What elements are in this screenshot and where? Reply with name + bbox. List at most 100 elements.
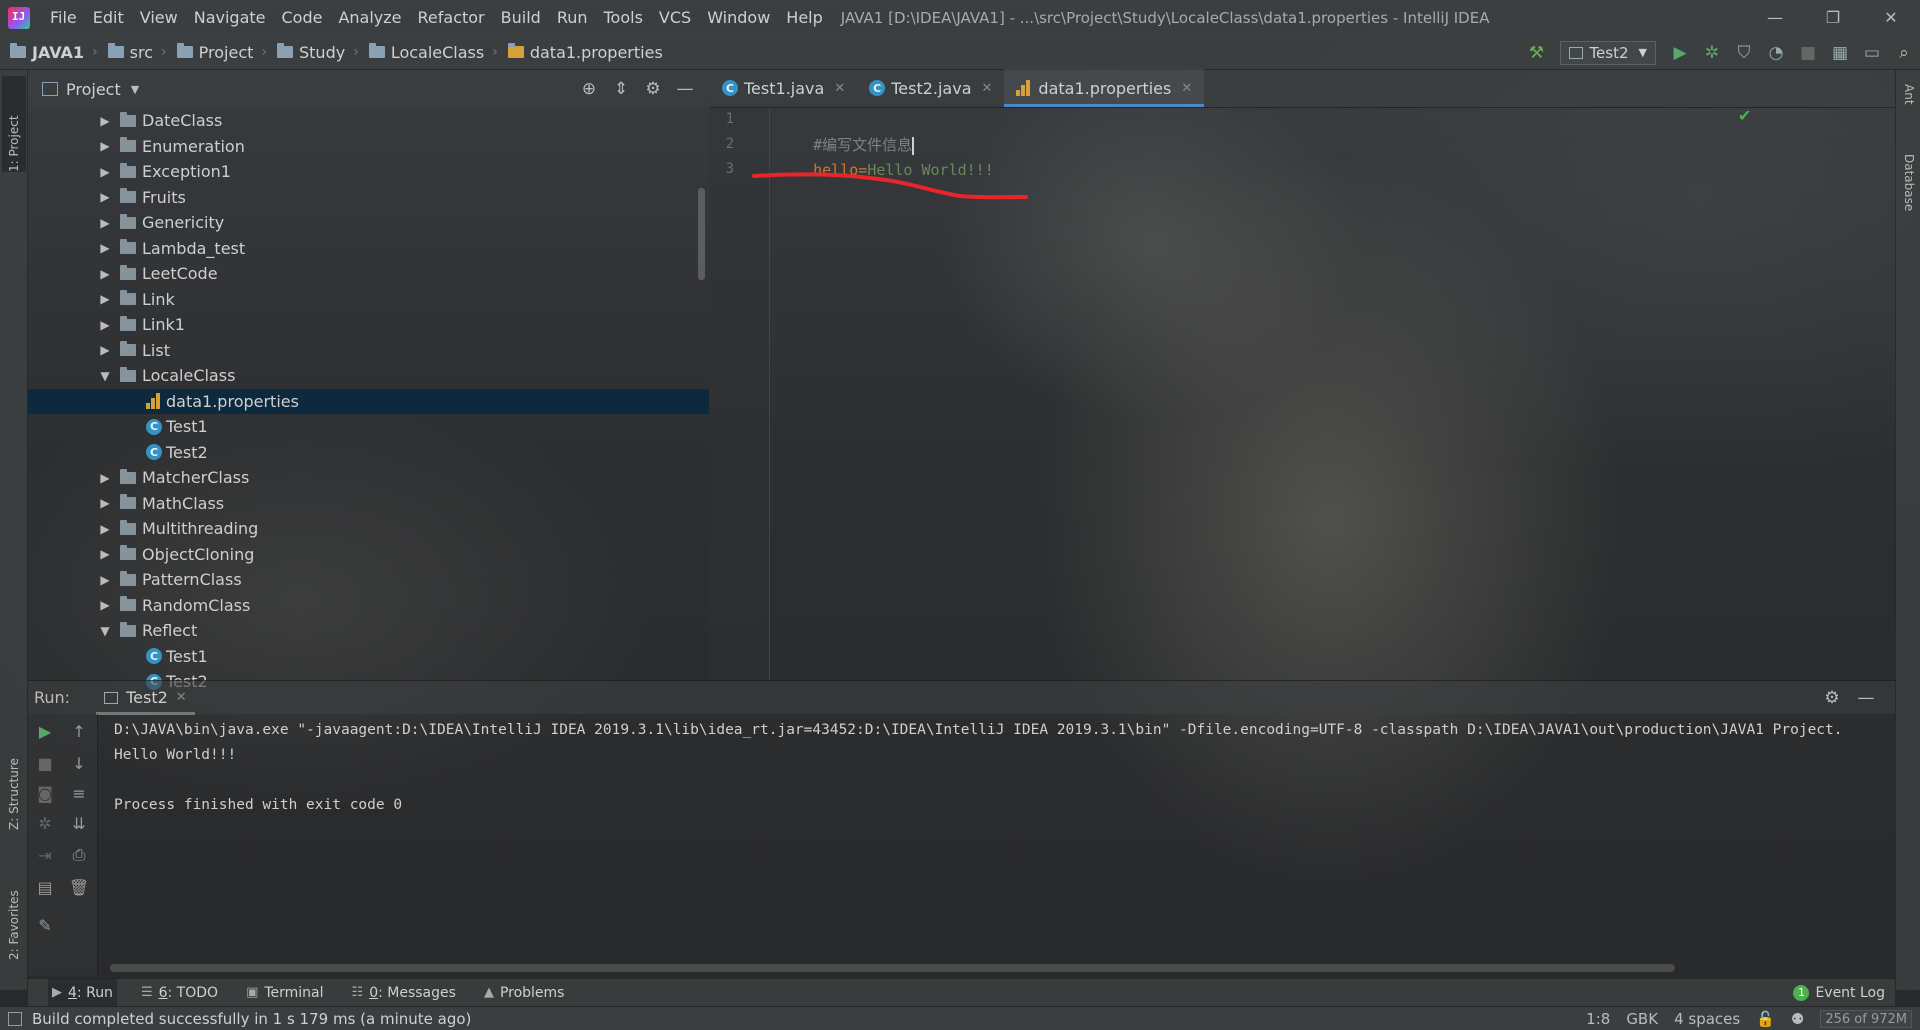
tree-item[interactable]: ▶ Multithreading (28, 516, 709, 541)
chevron-right-icon[interactable]: ▶ (98, 496, 112, 510)
editor-tab[interactable]: C Test2.java ✕ (857, 69, 1004, 107)
status-message[interactable]: Build completed successfully in 1 s 179 … (32, 1010, 471, 1028)
tree-item[interactable]: ▶ Link1 (28, 312, 709, 337)
stop-icon[interactable]: ■ (32, 750, 58, 776)
tab-favorites-tool[interactable]: 2: Favorites (2, 860, 26, 960)
menu-view[interactable]: View (132, 8, 186, 27)
tree-item[interactable]: ▶ PatternClass (28, 567, 709, 592)
tool-problems[interactable]: ▲ Problems (480, 979, 569, 1007)
tree-scrollbar[interactable] (698, 188, 705, 280)
tab-structure-tool[interactable]: Z: Structure (2, 730, 26, 830)
tab-project-tool[interactable]: 1: Project (2, 76, 26, 172)
tree-item[interactable]: ▼ LocaleClass (28, 363, 709, 388)
menu-help[interactable]: Help (778, 8, 830, 27)
build-hammer-icon[interactable]: ⚒ (1521, 38, 1551, 68)
file-encoding[interactable]: GBK (1626, 1010, 1658, 1028)
chevron-right-icon[interactable]: ▶ (98, 267, 112, 281)
memory-indicator[interactable]: 256 of 972M (1820, 1009, 1912, 1028)
hide-icon[interactable]: — (669, 79, 701, 99)
project-panel-title[interactable]: Project (66, 80, 121, 99)
menu-edit[interactable]: Edit (85, 8, 132, 27)
chevron-right-icon[interactable]: ▶ (98, 190, 112, 204)
project-structure-icon[interactable]: ▦ (1825, 38, 1855, 68)
menu-file[interactable]: File (42, 8, 85, 27)
tree-item[interactable]: ▶ Exception1 (28, 159, 709, 184)
minimize-icon[interactable]: — (1746, 0, 1804, 35)
run-icon[interactable]: ▶ (1665, 38, 1695, 68)
collapse-all-icon[interactable]: ⇕ (605, 79, 637, 99)
tree-item[interactable]: C Test1 (28, 644, 709, 669)
menu-run[interactable]: Run (549, 8, 596, 27)
close-icon[interactable]: ✕ (176, 690, 187, 705)
tree-item[interactable]: ▶ Link (28, 287, 709, 312)
breadcrumb-study[interactable]: Study › (267, 43, 359, 62)
toggle-tool-windows-icon[interactable] (8, 1011, 22, 1026)
chevron-right-icon[interactable]: ▶ (98, 292, 112, 306)
chevron-right-icon[interactable]: ▶ (98, 522, 112, 536)
menu-vcs[interactable]: VCS (651, 8, 699, 27)
menu-navigate[interactable]: Navigate (186, 8, 274, 27)
menu-tools[interactable]: Tools (596, 8, 651, 27)
camera-icon[interactable]: ◙ (32, 780, 58, 806)
tab-ant-tool[interactable]: Ant (1898, 84, 1920, 134)
tree-item[interactable]: ▶ RandomClass (28, 593, 709, 618)
tree-item[interactable]: C Test1 (28, 414, 709, 439)
soft-wrap-icon[interactable]: ≡ (66, 780, 92, 806)
inspector-icon[interactable]: ⚉ (1791, 1010, 1804, 1028)
breadcrumb-src[interactable]: src › (98, 43, 167, 62)
tree-item[interactable]: ▶ Fruits (28, 185, 709, 210)
chevron-down-icon[interactable]: ▼ (98, 624, 112, 638)
up-arrow-icon[interactable]: ↑ (66, 718, 92, 744)
chevron-right-icon[interactable]: ▶ (98, 165, 112, 179)
chevron-right-icon[interactable]: ▶ (98, 343, 112, 357)
close-icon[interactable]: ✕ (1862, 0, 1920, 35)
trash-icon[interactable]: 🗑 (66, 874, 92, 900)
chevron-right-icon[interactable]: ▶ (98, 216, 112, 230)
menu-window[interactable]: Window (699, 8, 778, 27)
chevron-right-icon[interactable]: ▶ (98, 241, 112, 255)
tree-item[interactable]: ▶ ObjectCloning (28, 542, 709, 567)
breadcrumb-file[interactable]: data1.properties (498, 43, 663, 62)
tool-todo[interactable]: ☰ 6: TODO (137, 979, 222, 1007)
inspection-ok-icon[interactable]: ✔ (1738, 106, 1751, 125)
gear-icon[interactable]: ⚙ (637, 79, 669, 99)
chevron-down-icon[interactable]: ▼ (98, 369, 112, 383)
pin-icon[interactable]: ✎ (32, 912, 58, 938)
close-icon[interactable]: ✕ (982, 81, 993, 96)
search-icon[interactable]: ⌕ (1889, 38, 1919, 68)
tree-item[interactable]: ▶ Genericity (28, 210, 709, 235)
run-tab-test2[interactable]: Test2 ✕ (96, 681, 195, 715)
close-icon[interactable]: ✕ (1181, 81, 1192, 96)
locate-icon[interactable]: ⊕ (573, 79, 605, 99)
lock-icon[interactable]: 🔓 (1756, 1010, 1775, 1028)
coverage-icon[interactable]: ⛉ (1729, 38, 1759, 68)
breadcrumb-localeclass[interactable]: LocaleClass › (359, 43, 498, 62)
exit-icon[interactable]: ⇥ (32, 842, 58, 868)
tool-run[interactable]: ▶ 4: Run (48, 978, 117, 1007)
menu-build[interactable]: Build (493, 8, 549, 27)
menu-refactor[interactable]: Refactor (410, 8, 493, 27)
scroll-to-end-icon[interactable]: ⇊ (66, 810, 92, 836)
tree-item[interactable]: data1.properties (28, 388, 709, 414)
tree-item[interactable]: ▶ DateClass (28, 108, 709, 133)
tool-messages[interactable]: ☷ 0: Messages (348, 979, 460, 1007)
tool-terminal[interactable]: ▣ Terminal (242, 979, 327, 1007)
presentation-icon[interactable]: ▭ (1857, 38, 1887, 68)
run-configuration-select[interactable]: Test2 ▼ (1560, 40, 1656, 65)
code-line-2[interactable]: hello=Hello World!!! (777, 133, 994, 179)
chevron-right-icon[interactable]: ▶ (98, 139, 112, 153)
tree-item[interactable]: ▶ MathClass (28, 491, 709, 516)
print-icon[interactable]: ⎙ (66, 842, 92, 868)
down-arrow-icon[interactable]: ↓ (66, 750, 92, 776)
breadcrumb-project-pkg[interactable]: Project › (167, 43, 267, 62)
tab-database-tool[interactable]: Database (1898, 154, 1920, 254)
chevron-right-icon[interactable]: ▶ (98, 598, 112, 612)
menu-code[interactable]: Code (274, 8, 331, 27)
debug-icon[interactable]: ✲ (1697, 38, 1727, 68)
tree-item[interactable]: ▶ Lambda_test (28, 236, 709, 261)
code-line-1[interactable]: #编写文件信息 (777, 108, 915, 155)
menu-analyze[interactable]: Analyze (330, 8, 409, 27)
layout-icon[interactable]: ▤ (32, 874, 58, 900)
profile-icon[interactable]: ◔ (1761, 38, 1791, 68)
chevron-right-icon[interactable]: ▶ (98, 471, 112, 485)
